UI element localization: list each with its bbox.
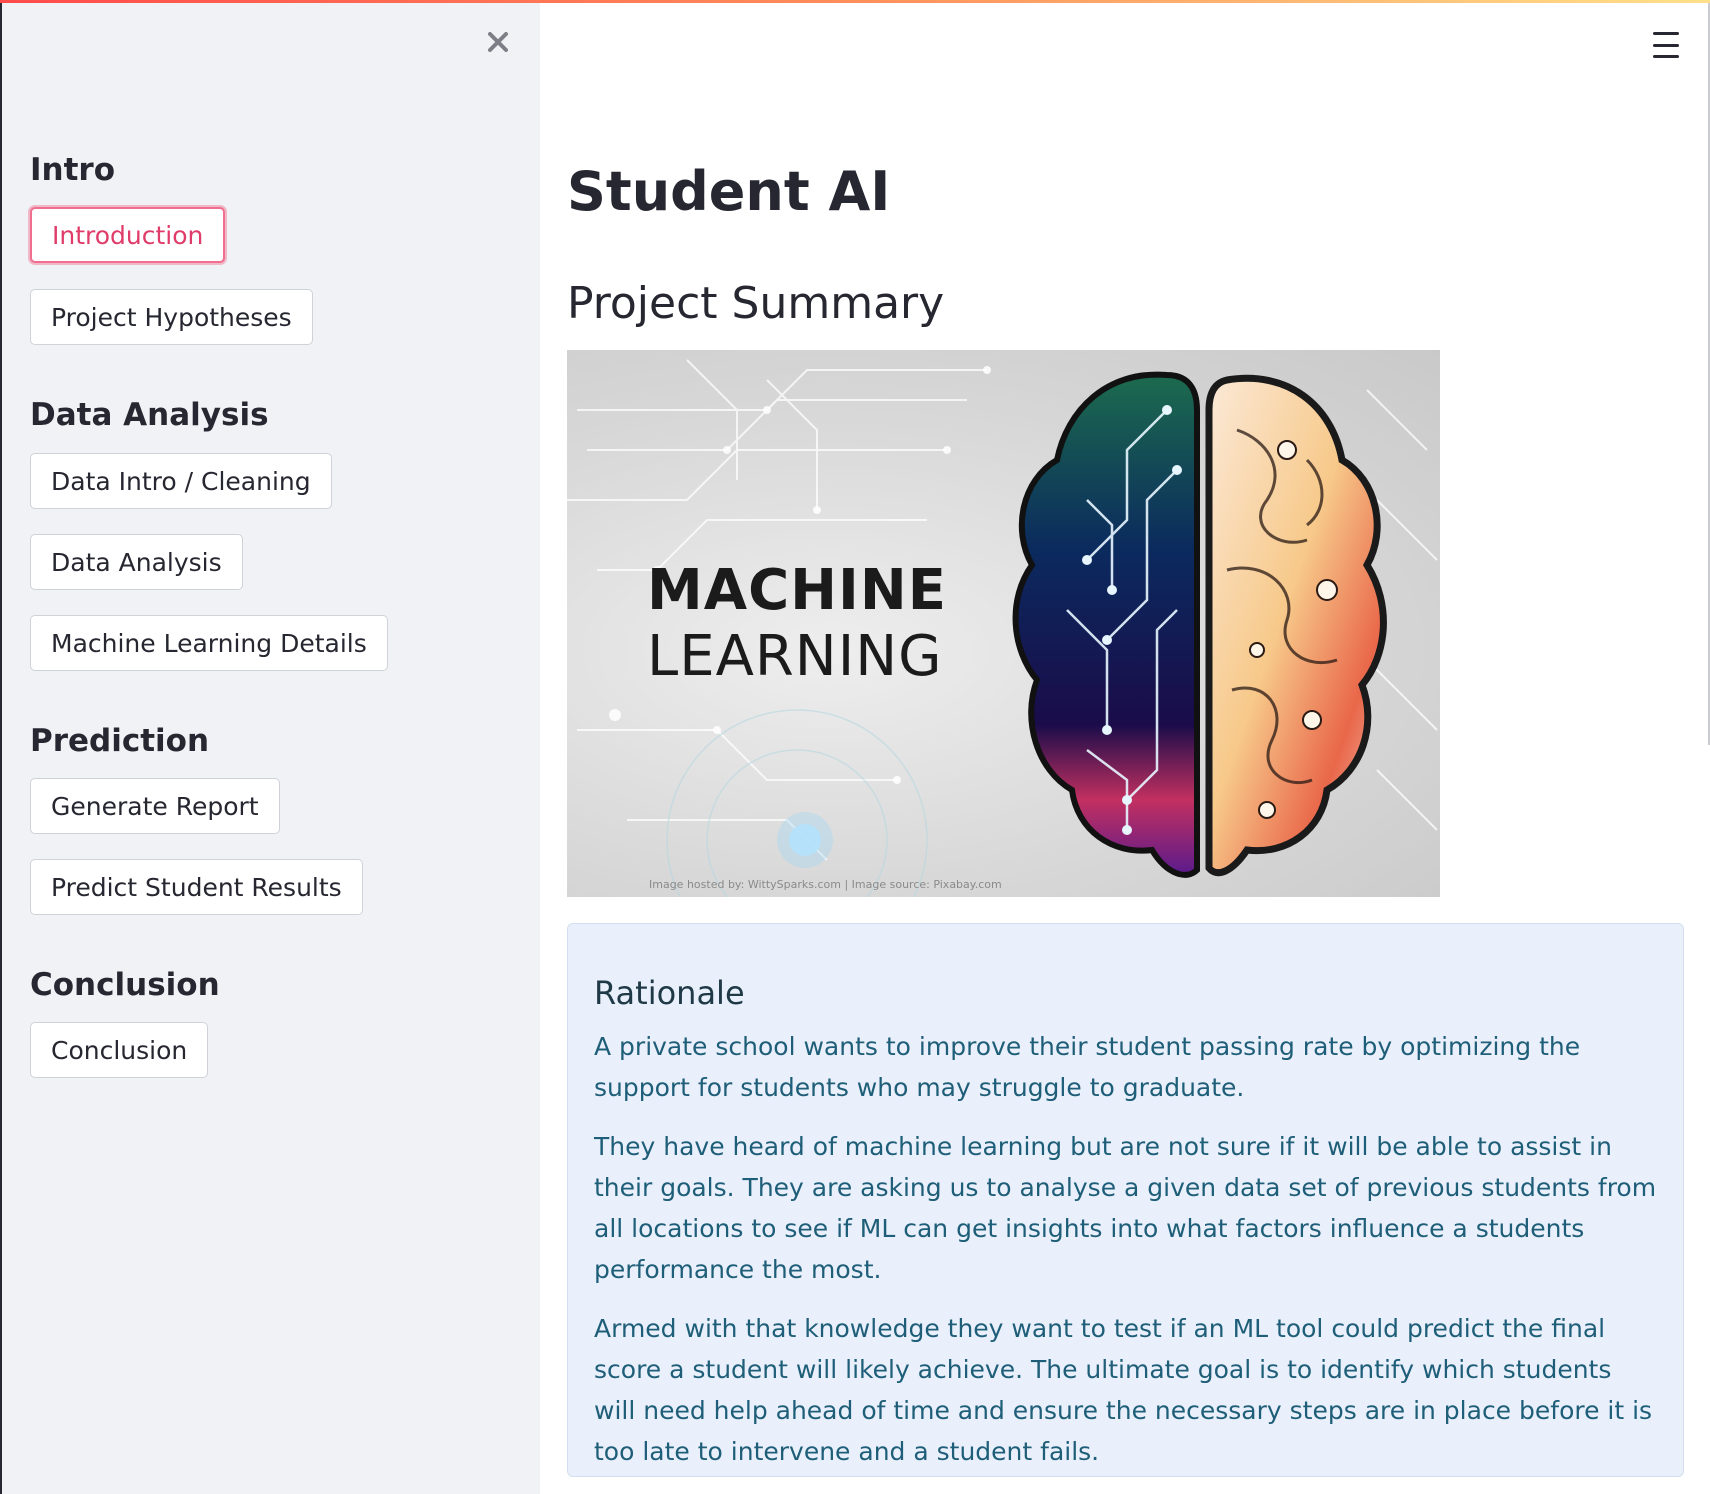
rationale-paragraph-3: Armed with that knowledge they want to t…: [594, 1314, 1653, 1466]
nav-button-predict-student-results[interactable]: Predict Student Results: [30, 859, 363, 915]
nav-button-data-analysis[interactable]: Data Analysis: [30, 534, 243, 590]
nav-button-project-hypotheses[interactable]: Project Hypotheses: [30, 289, 313, 345]
hamburger-menu-icon-bar: [1653, 43, 1679, 47]
nav-button-generate-report[interactable]: Generate Report: [30, 778, 280, 834]
sidebar: Intro Introduction Project Hypotheses Da…: [0, 0, 540, 1494]
main-content: Student AI Project Summary MACHINE LEARN…: [540, 0, 1710, 1494]
hamburger-menu-icon: [1653, 32, 1679, 35]
rationale-paragraph-1: A private school wants to improve their …: [594, 1032, 1581, 1102]
close-sidebar-button[interactable]: [482, 26, 514, 58]
page-title: Student AI: [567, 160, 891, 223]
top-decoration-stripe: [0, 0, 1710, 3]
rationale-title: Rationale: [594, 974, 745, 1012]
page-subheading: Project Summary: [567, 278, 945, 329]
nav-button-machine-learning-details[interactable]: Machine Learning Details: [30, 615, 388, 671]
nav-button-introduction[interactable]: Introduction: [30, 207, 226, 263]
machine-learning-hero-image: MACHINE LEARNING Image hosted by: WittyS…: [567, 350, 1440, 897]
close-icon: [488, 32, 508, 52]
rationale-info-box: Rationale A private school wants to impr…: [567, 923, 1684, 1477]
sidebar-heading-data-analysis: Data Analysis: [30, 397, 269, 433]
sidebar-heading-intro: Intro: [30, 152, 116, 188]
hero-image-credit: Image hosted by: WittySparks.com | Image…: [649, 878, 1002, 891]
nav-button-data-intro-cleaning[interactable]: Data Intro / Cleaning: [30, 453, 332, 509]
rationale-paragraph-2: They have heard of machine learning but …: [594, 1132, 1657, 1284]
hero-text-machine: MACHINE: [647, 558, 947, 623]
hamburger-menu-button[interactable]: [1646, 28, 1686, 62]
hero-text-learning: LEARNING: [647, 624, 943, 689]
hamburger-menu-icon-bar: [1653, 55, 1679, 58]
sidebar-heading-conclusion: Conclusion: [30, 967, 220, 1003]
sidebar-heading-prediction: Prediction: [30, 723, 210, 759]
nav-button-conclusion[interactable]: Conclusion: [30, 1022, 209, 1078]
